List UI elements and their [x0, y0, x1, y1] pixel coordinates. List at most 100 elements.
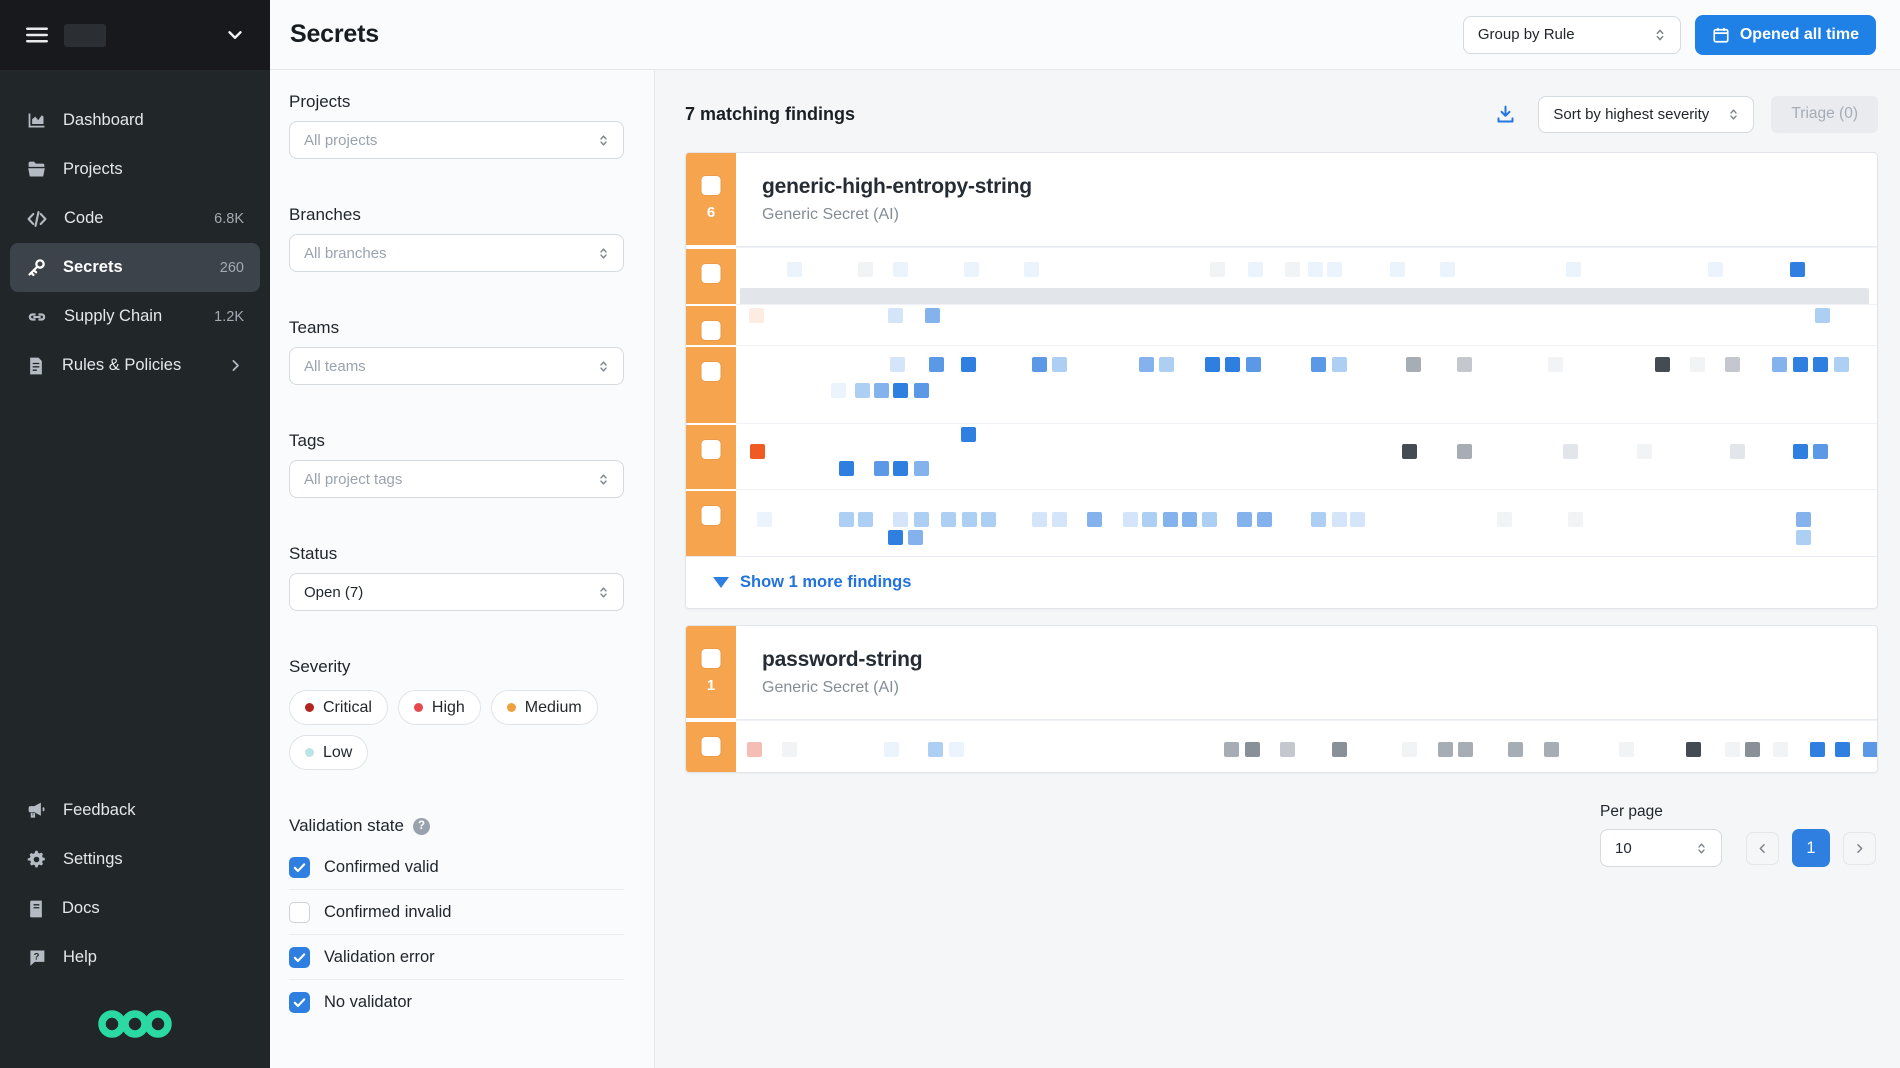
- download-icon[interactable]: [1495, 104, 1516, 125]
- triage-button[interactable]: Triage (0): [1771, 96, 1878, 133]
- findings-area: 7 matching findings Sort by highest seve…: [655, 70, 1900, 1068]
- finding-select-checkbox[interactable]: [702, 737, 721, 756]
- sidebar-item-docs[interactable]: Docs: [0, 884, 270, 933]
- finding-row[interactable]: [686, 345, 1877, 423]
- prev-page-button[interactable]: [1746, 832, 1779, 865]
- activity-cell: [874, 383, 889, 398]
- select-updown-icon: [586, 585, 611, 600]
- findings-list: 6 generic-high-entropy-string Generic Secr…: [685, 152, 1878, 773]
- finding-activity-track: [736, 345, 1877, 423]
- status-select[interactable]: Open (7): [289, 573, 624, 611]
- finding-row[interactable]: [686, 304, 1877, 345]
- sidebar-item-projects[interactable]: Projects: [0, 145, 270, 194]
- sidebar-item-rules-policies[interactable]: Rules & Policies: [0, 341, 270, 390]
- current-page-button[interactable]: 1: [1792, 829, 1830, 867]
- group-select-checkbox[interactable]: [702, 649, 721, 668]
- next-page-button[interactable]: [1843, 832, 1876, 865]
- activity-cell: [888, 530, 903, 545]
- sidebar-item-settings[interactable]: Settings: [0, 835, 270, 884]
- finding-row[interactable]: [686, 720, 1877, 772]
- activity-cell: [831, 383, 846, 398]
- severity-strip: 6: [686, 153, 736, 247]
- activity-cell: [1245, 742, 1260, 757]
- filter-section-severity: Severity CriticalHighMediumLow: [289, 657, 624, 770]
- activity-cell: [1210, 262, 1225, 277]
- hamburger-menu-icon[interactable]: [24, 22, 50, 48]
- select-updown-icon: [586, 359, 611, 374]
- severity-chip-high[interactable]: High: [398, 690, 481, 725]
- sort-select[interactable]: Sort by highest severity: [1538, 96, 1754, 133]
- checkbox-unchecked-icon[interactable]: [289, 902, 310, 923]
- per-page-label: Per page: [1600, 803, 1878, 821]
- activity-cell: [839, 512, 854, 527]
- activity-cell: [1311, 512, 1326, 527]
- activity-cell: [749, 308, 764, 323]
- projects-select[interactable]: All projects: [289, 121, 624, 159]
- finding-rule-subtitle: Generic Secret (AI): [762, 679, 1851, 697]
- activity-cell: [858, 512, 873, 527]
- severity-chip-medium[interactable]: Medium: [491, 690, 598, 725]
- finding-group-header[interactable]: 6generic-high-entropy-stringGeneric Secr…: [686, 153, 1877, 247]
- severity-chip-critical[interactable]: Critical: [289, 690, 388, 725]
- finding-group-card: 1password-stringGeneric Secret (AI): [685, 625, 1878, 773]
- validation-option-no-validator[interactable]: No validator: [289, 980, 624, 1025]
- activity-cell: [893, 262, 908, 277]
- sidebar-item-dashboard[interactable]: Dashboard: [0, 96, 270, 145]
- chevron-down-icon[interactable]: [224, 24, 246, 46]
- date-filter-button[interactable]: Opened all time: [1695, 15, 1876, 55]
- activity-cell: [1497, 512, 1512, 527]
- checkbox-checked-icon[interactable]: [289, 992, 310, 1013]
- validation-option-confirmed-invalid[interactable]: Confirmed invalid: [289, 890, 624, 935]
- sidebar-item-count: 6.8K: [214, 211, 244, 227]
- filter-section-branches: BranchesAll branches: [289, 205, 624, 272]
- per-page-select[interactable]: 10: [1600, 829, 1722, 867]
- checkbox-checked-icon[interactable]: [289, 857, 310, 878]
- sidebar-item-code[interactable]: Code6.8K: [0, 194, 270, 243]
- validation-option-confirmed-valid[interactable]: Confirmed valid: [289, 845, 624, 890]
- select-value: All branches: [304, 245, 387, 262]
- activity-cell: [1790, 262, 1805, 277]
- activity-cell: [1725, 742, 1740, 757]
- activity-cell: [1332, 512, 1347, 527]
- group-select-checkbox[interactable]: [702, 176, 721, 195]
- activity-cell: [1810, 742, 1825, 757]
- sidebar-item-help[interactable]: ?Help: [0, 933, 270, 982]
- finding-select-checkbox[interactable]: [702, 506, 721, 525]
- finding-row[interactable]: [686, 247, 1877, 304]
- activity-cell: [1813, 357, 1828, 372]
- finding-rule-title: generic-high-entropy-string: [762, 175, 1851, 199]
- code-icon: [26, 208, 48, 230]
- sidebar-item-secrets[interactable]: Secrets260: [10, 243, 260, 292]
- group-by-select[interactable]: Group by Rule: [1463, 16, 1681, 54]
- select-value: Open (7): [304, 584, 363, 601]
- activity-cell: [1182, 512, 1197, 527]
- severity-chip-low[interactable]: Low: [289, 735, 368, 770]
- finding-group-header[interactable]: 1password-stringGeneric Secret (AI): [686, 626, 1877, 720]
- severity-strip: [686, 304, 736, 345]
- finding-select-checkbox[interactable]: [702, 321, 721, 340]
- validation-option-validation-error[interactable]: Validation error: [289, 935, 624, 980]
- activity-cell: [747, 742, 762, 757]
- help-badge-icon[interactable]: ?: [413, 818, 430, 835]
- activity-cell: [1248, 262, 1263, 277]
- finding-select-checkbox[interactable]: [702, 440, 721, 459]
- activity-cell: [1508, 742, 1523, 757]
- activity-cell: [1032, 512, 1047, 527]
- finding-row[interactable]: [686, 423, 1877, 489]
- filter-label: Status: [289, 544, 624, 564]
- activity-cell: [1796, 530, 1811, 545]
- sidebar-item-feedback[interactable]: Feedback: [0, 786, 270, 835]
- tags-select[interactable]: All project tags: [289, 460, 624, 498]
- finding-row[interactable]: [686, 489, 1877, 556]
- show-more-findings-link[interactable]: Show 1 more findings: [686, 556, 1877, 608]
- finding-select-checkbox[interactable]: [702, 362, 721, 381]
- select-updown-icon: [586, 246, 611, 261]
- teams-select[interactable]: All teams: [289, 347, 624, 385]
- finding-select-checkbox[interactable]: [702, 264, 721, 283]
- severity-strip: [686, 423, 736, 489]
- checkbox-checked-icon[interactable]: [289, 947, 310, 968]
- activity-cell: [1205, 357, 1220, 372]
- activity-cell: [1457, 357, 1472, 372]
- branches-select[interactable]: All branches: [289, 234, 624, 272]
- sidebar-item-supply-chain[interactable]: Supply Chain1.2K: [0, 292, 270, 341]
